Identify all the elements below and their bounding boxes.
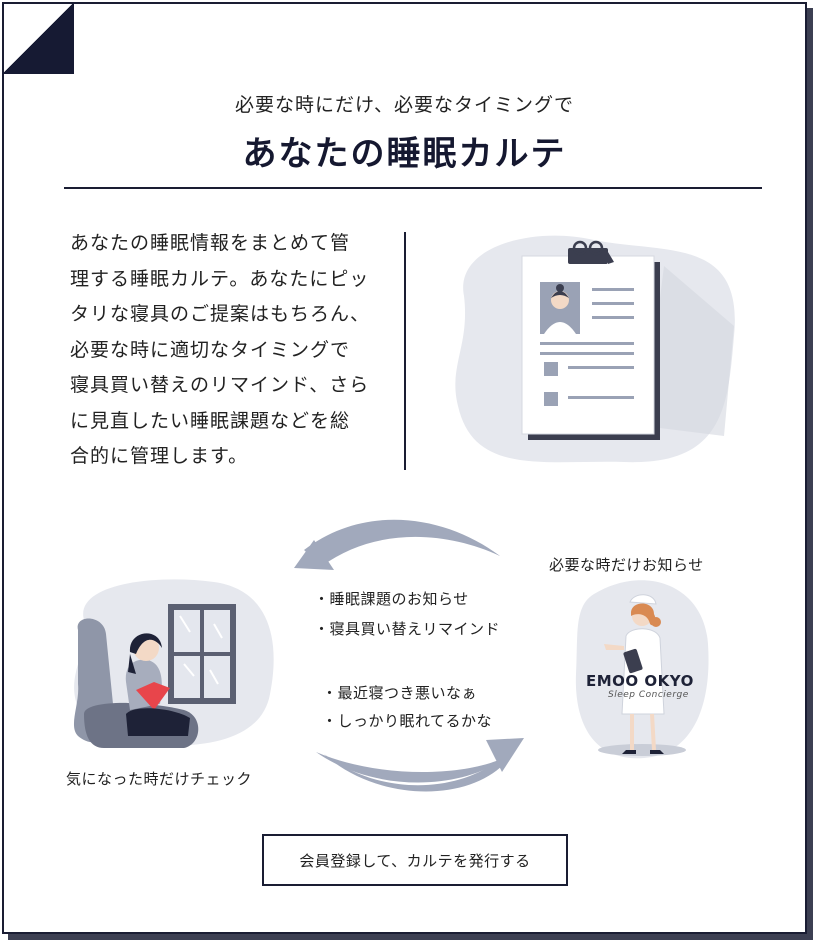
- description-line: タリな寝具のご提案はもちろん、: [70, 303, 371, 325]
- description-line: あなたの睡眠情報をまとめて管: [70, 232, 351, 254]
- description-line: 理する睡眠カルテ。あなたにピッ: [70, 267, 370, 290]
- user-thought-item: ・しっかり眠れてるかな: [322, 712, 493, 730]
- description-divider: [404, 232, 406, 470]
- arrow-left-icon: [294, 519, 500, 570]
- corner-fold: [2, 2, 74, 74]
- cycle-diagram: EMOO OKYO Sleep Concierge ・睡眠課題のお知らせ ・寝具…: [4, 504, 817, 804]
- section-title: あなたの睡眠カルテ: [242, 134, 567, 174]
- title-divider: [64, 187, 762, 189]
- description-line: 合的に管理します。: [70, 445, 249, 467]
- karte-document-illustration: [455, 235, 735, 463]
- notify-item: ・寝具買い替えリマインド: [314, 620, 501, 638]
- karte-card: 必要な時にだけ、必要なタイミングで あなたの睡眠カルテ あなたの睡眠情報をまとめ…: [2, 2, 807, 934]
- reading-woman-illustration: [73, 579, 274, 748]
- brand-wordmark: EMOO OKYO: [586, 672, 694, 690]
- section-subtitle: 必要な時にだけ、必要なタイミングで: [234, 94, 575, 116]
- arrow-right-icon: [316, 738, 524, 792]
- description-line: 寝具買い替えのリマインド、さら: [70, 374, 370, 396]
- user-thought-item: ・最近寝つき悪いなぁ: [322, 684, 478, 702]
- right-caption: 必要な時だけお知らせ: [549, 556, 704, 574]
- nurse-illustration: [575, 580, 709, 759]
- description-line: に見直したい睡眠課題などを総: [70, 409, 351, 432]
- description-text: あなたの睡眠情報をまとめて管 理する睡眠カルテ。あなたにピッ タリな寝具のご提案…: [70, 226, 390, 475]
- brand-tagline: Sleep Concierge: [608, 690, 689, 700]
- left-caption: 気になった時だけチェック: [66, 770, 253, 788]
- register-issue-karte-button[interactable]: 会員登録して、カルテを発行する: [262, 834, 568, 886]
- notify-item: ・睡眠課題のお知らせ: [314, 590, 469, 608]
- description-line: 必要な時に適切なタイミングで: [70, 338, 351, 361]
